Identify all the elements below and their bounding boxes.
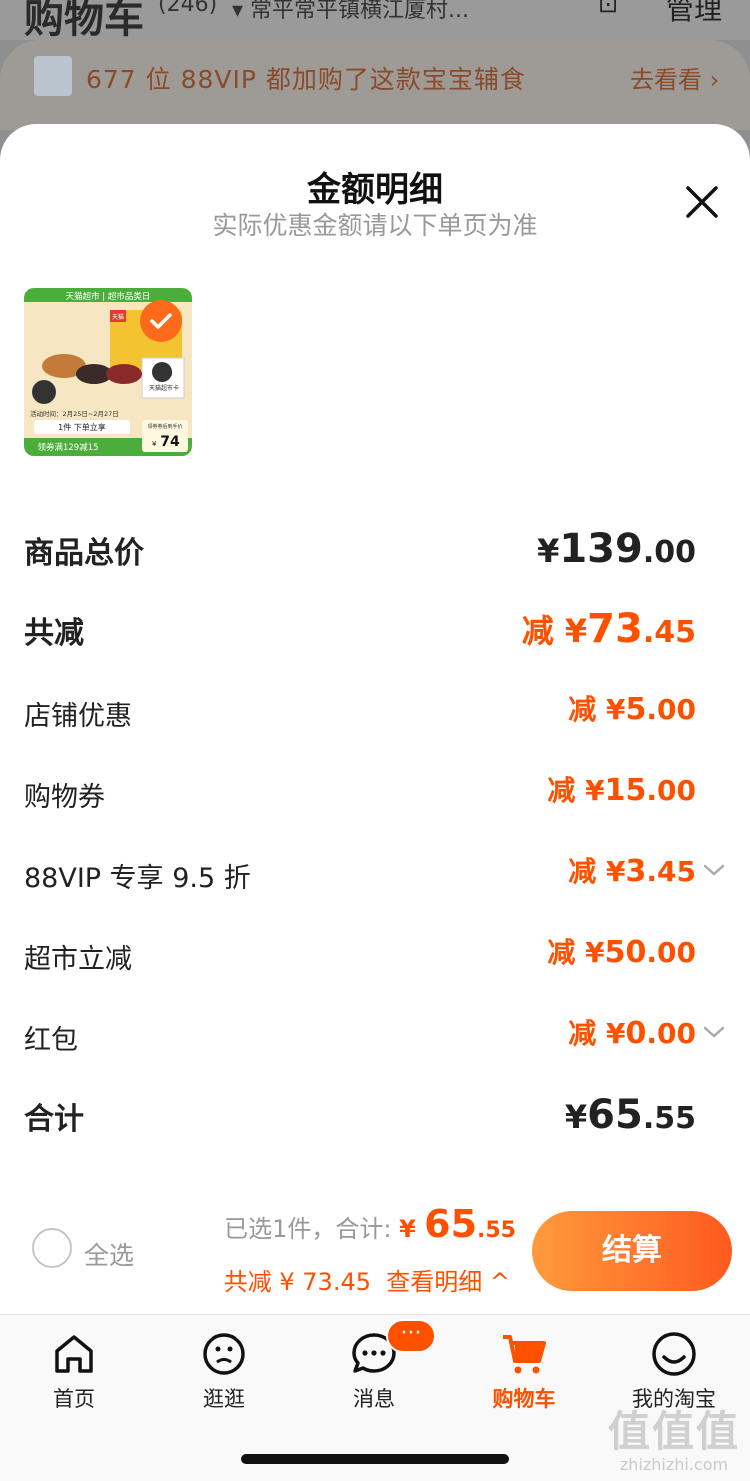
- row-label: 共减: [24, 616, 84, 651]
- total-amount: ¥ 65.55: [399, 1202, 516, 1246]
- row-grand-total: 合计 ¥65.55: [24, 1092, 696, 1142]
- svg-text:领券券后到手价: 领券券后到手价: [147, 423, 182, 430]
- row-red-packet[interactable]: 红包 减 ¥0.00: [24, 1012, 696, 1062]
- checkout-bar: 全选 已选1件，合计: ¥ 65.55 共减 ¥ 73.45 查看明细 ^ 结算: [0, 1192, 750, 1314]
- watermark-logo: 值值值: [607, 1407, 740, 1456]
- row-value: 减 ¥15.00: [547, 773, 696, 808]
- product-thumbnail[interactable]: 天猫超市 | 超市品类日 天猫 20 天猫超市卡 活动时间：2月25日~2月27…: [24, 288, 192, 456]
- tab-label: 首页: [53, 1387, 95, 1411]
- home-icon: [55, 1335, 93, 1373]
- manage-button[interactable]: 管理: [666, 0, 722, 28]
- row-value: 减 ¥73.45: [521, 606, 696, 652]
- row-label: 商品总价: [24, 536, 144, 571]
- sheet-subtitle: 实际优惠金额请以下单页为准: [212, 211, 538, 240]
- svg-text:领券满129减15: 领券满129减15: [37, 442, 98, 453]
- row-store-discount: 店铺优惠 减 ¥5.00: [24, 688, 696, 738]
- svg-text:74: 74: [160, 434, 180, 450]
- tab-label: 逛逛: [203, 1387, 245, 1411]
- cart-count: (246): [158, 0, 218, 17]
- tab-cart[interactable]: 购物车: [464, 1329, 584, 1419]
- saved-text: 共减 ¥ 73.45: [223, 1268, 371, 1296]
- row-shopping-coupon: 购物券 减 ¥15.00: [24, 769, 696, 819]
- row-value: 减 ¥50.00: [547, 935, 696, 970]
- tab-label: 消息: [353, 1387, 395, 1411]
- selected-summary: 已选1件，合计: ¥ 65.55: [224, 1202, 516, 1246]
- row-value: ¥139.00: [537, 526, 696, 572]
- promo-link[interactable]: 去看看 ›: [630, 60, 719, 95]
- row-88vip-discount[interactable]: 88VIP 专享 9.5 折 减 ¥3.45: [24, 850, 696, 900]
- address-selector[interactable]: ▾ 常平常平镇横江厦村...: [232, 0, 469, 24]
- promo-banner[interactable]: 677 位 88VIP 都加购了这款宝宝辅食 去看看 ›: [0, 40, 750, 130]
- tab-label: 购物车: [492, 1387, 556, 1411]
- message-badge: ···: [386, 1319, 436, 1353]
- close-icon[interactable]: [682, 182, 722, 222]
- row-supermarket-discount: 超市立减 减 ¥50.00: [24, 931, 696, 981]
- row-label: 合计: [24, 1102, 84, 1137]
- row-value: 减 ¥5.00: [568, 692, 696, 727]
- row-value: 减 ¥0.00: [568, 1016, 696, 1051]
- tab-guangguang[interactable]: 逛逛: [164, 1329, 284, 1419]
- row-label: 店铺优惠: [24, 701, 132, 732]
- checkout-button[interactable]: 结算: [532, 1211, 732, 1291]
- sheet-title: 金额明细: [307, 170, 443, 210]
- cart-title: 购物车: [24, 0, 144, 42]
- row-label: 红包: [24, 1025, 78, 1056]
- row-value: ¥65.55: [564, 1092, 696, 1138]
- row-value: 减 ¥3.45: [568, 854, 696, 889]
- cart-header: 购物车 (246) ▾ 常平常平镇横江厦村... ⊡ 管理: [0, 0, 750, 42]
- svg-text:1件 下单立享: 1件 下单立享: [58, 422, 106, 432]
- row-total-discount: 共减 减 ¥73.45: [24, 606, 696, 656]
- home-indicator: [241, 1454, 509, 1464]
- svg-text:天猫超市 | 超市品类日: 天猫超市 | 超市品类日: [66, 291, 151, 302]
- row-label: 购物券: [24, 782, 105, 813]
- chevron-down-icon[interactable]: [700, 860, 728, 880]
- amount-detail-sheet: 金额明细 实际优惠金额请以下单页为准 天猫超市 | 超市品类日 天猫 20 天猫…: [0, 124, 750, 1192]
- selected-text: 已选1件，合计:: [224, 1215, 400, 1243]
- guangguang-icon: [203, 1333, 245, 1375]
- row-label: 超市立减: [24, 944, 132, 975]
- svg-text:¥: ¥: [152, 440, 157, 448]
- scan-icon[interactable]: ⊡: [598, 0, 618, 18]
- view-detail-link[interactable]: 查看明细 ^: [386, 1268, 510, 1296]
- tab-home[interactable]: 首页: [14, 1329, 134, 1419]
- promo-text: 677 位 88VIP 都加购了这款宝宝辅食: [86, 65, 526, 94]
- site-watermark: 值值值 zhizhizhi.com: [604, 1398, 744, 1474]
- selected-check-icon: [140, 300, 182, 342]
- promo-product-image: [34, 56, 72, 96]
- smile-icon: [652, 1332, 696, 1376]
- row-goods-total: 商品总价 ¥139.00: [24, 526, 696, 576]
- svg-text:天猫超市卡: 天猫超市卡: [149, 384, 179, 392]
- svg-text:天猫: 天猫: [112, 313, 124, 321]
- cart-icon: [503, 1335, 546, 1374]
- select-all-radio[interactable]: [32, 1228, 72, 1268]
- select-all-label[interactable]: 全选: [84, 1236, 134, 1272]
- discount-summary[interactable]: 共减 ¥ 73.45 查看明细 ^: [224, 1262, 510, 1297]
- svg-text:活动时间：2月25日~2月27日: 活动时间：2月25日~2月27日: [30, 409, 119, 418]
- chevron-down-icon[interactable]: [700, 1022, 728, 1042]
- row-label: 88VIP 专享 9.5 折: [24, 863, 251, 894]
